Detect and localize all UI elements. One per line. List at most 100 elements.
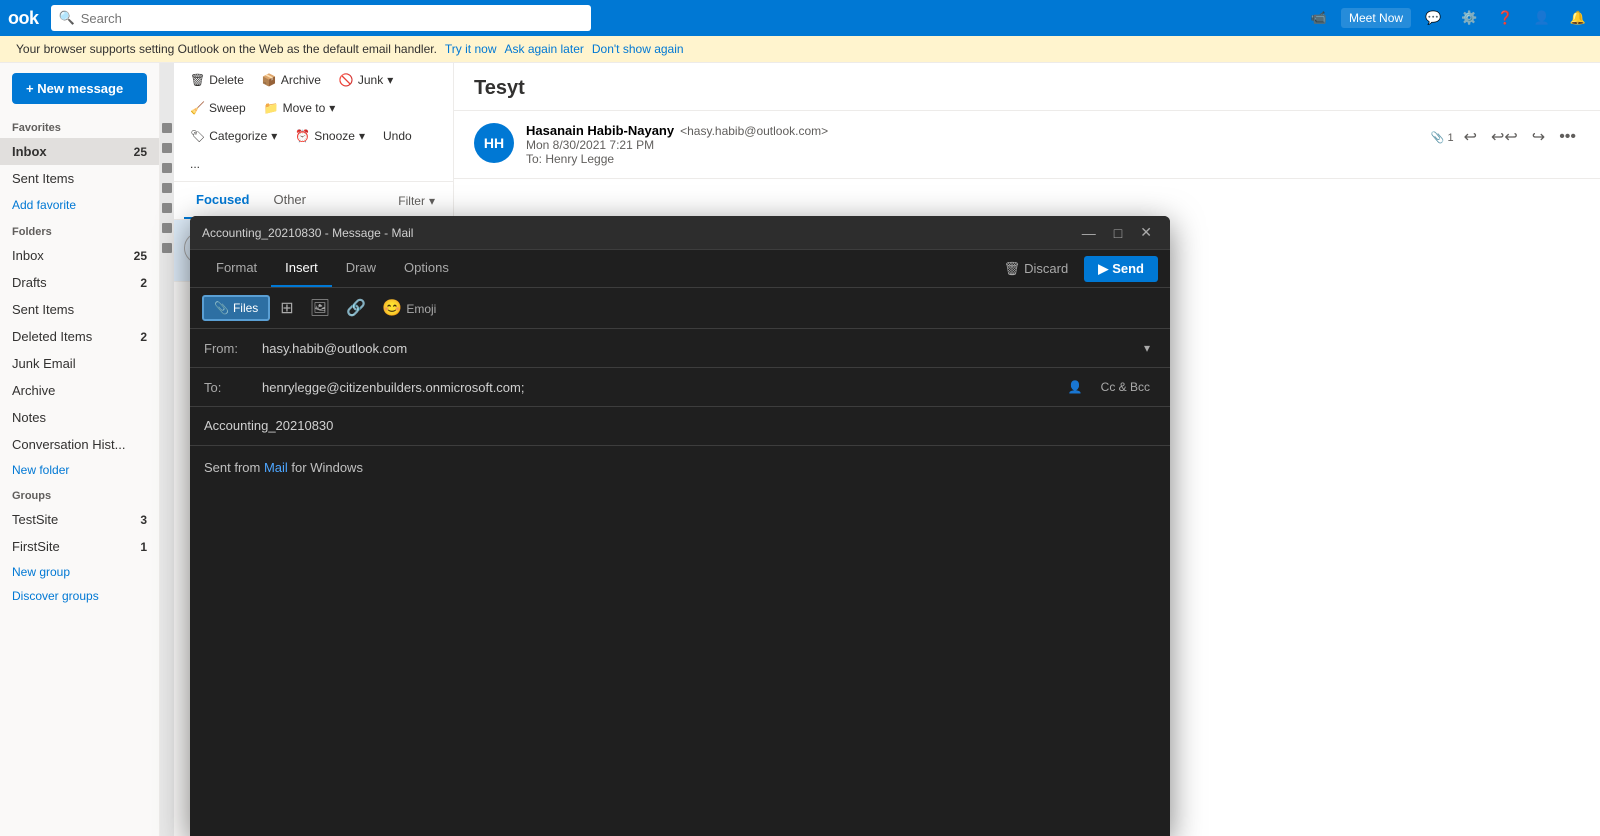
sidebar-item-conversation[interactable]: Conversation Hist... (0, 431, 159, 458)
compose-body[interactable]: Sent from Mail for Windows (190, 446, 1170, 836)
bell-icon[interactable]: 🔔 (1564, 8, 1592, 28)
tab-other[interactable]: Other (261, 182, 318, 219)
people-picker-icon[interactable]: 👤 (1062, 378, 1089, 396)
undo-button[interactable]: Undo (377, 125, 418, 147)
email-from-name: Hasanain Habib-Nayany (526, 123, 674, 138)
sender-avatar: HH (474, 123, 514, 163)
discard-icon: 🗑 (1004, 261, 1021, 277)
groups-label: Groups (0, 482, 159, 506)
tab-focused[interactable]: Focused (184, 182, 261, 219)
win-icon-4 (162, 183, 172, 193)
sidebar-item-inbox-folders[interactable]: Inbox 25 (0, 242, 159, 269)
snooze-chevron-icon: ▾ (359, 129, 365, 143)
add-favorite-link[interactable]: Add favorite (0, 192, 159, 218)
app-logo: ook (8, 8, 39, 29)
compose-tabs: Format Insert Draw Options 🗑 Discard ▶ S… (190, 250, 1170, 288)
meet-now-button[interactable]: Meet Now (1341, 8, 1411, 28)
email-actions-right: 📎 1 ↩ ↩↩ ↪ ••• (1431, 123, 1580, 151)
win-icon-6 (162, 223, 172, 233)
categorize-icon: 🏷 (190, 129, 205, 143)
compose-title: Accounting_20210830 - Message - Mail (202, 226, 1076, 240)
compose-tab-options[interactable]: Options (390, 250, 463, 287)
from-dropdown-button[interactable]: ▾ (1138, 339, 1156, 357)
video-icon[interactable]: 📹 (1305, 8, 1333, 28)
ask-again-link[interactable]: Ask again later (504, 42, 583, 56)
sweep-icon: 🧹 (190, 101, 205, 115)
body-text-sent: Sent from (204, 460, 264, 475)
compose-tab-format[interactable]: Format (202, 250, 271, 287)
files-icon: 📎 (214, 301, 229, 315)
compose-subject-field[interactable] (190, 407, 1170, 446)
new-group-link[interactable]: New group (0, 560, 159, 584)
sidebar-item-sent-favorites[interactable]: Sent Items (0, 165, 159, 192)
compose-titlebar: Accounting_20210830 - Message - Mail — □… (190, 216, 1170, 250)
compose-tab-insert[interactable]: Insert (271, 250, 332, 287)
settings-icon[interactable]: ⚙️ (1455, 8, 1483, 28)
win-icon-2 (162, 143, 172, 153)
emoji-button[interactable]: 😊 Emoji (376, 294, 442, 322)
compose-tab-draw[interactable]: Draw (332, 250, 390, 287)
compose-from-field: From: hasy.habib@outlook.com ▾ (190, 329, 1170, 368)
new-message-button[interactable]: + New message (12, 73, 147, 104)
cc-bcc-button[interactable]: Cc & Bcc (1095, 378, 1156, 396)
win-icon-strip (160, 63, 174, 836)
compose-to-field: To: henrylegge@citizenbuilders.onmicroso… (190, 368, 1170, 407)
subject-input[interactable] (204, 418, 1156, 433)
table-icon-button[interactable]: ⊞ (274, 294, 299, 322)
chat-icon[interactable]: 💬 (1419, 8, 1447, 28)
search-input[interactable] (81, 11, 583, 26)
sidebar-item-archive[interactable]: Archive (0, 377, 159, 404)
image-icon-button[interactable]: 🖼 (304, 294, 336, 322)
discard-button[interactable]: 🗑 Discard (996, 257, 1077, 281)
close-button[interactable]: ✕ (1134, 222, 1158, 243)
help-icon[interactable]: ❓ (1491, 8, 1519, 28)
compose-toolbar: 📎 Files ⊞ 🖼 🔗 😊 Emoji (190, 288, 1170, 329)
from-field-actions: ▾ (1138, 339, 1156, 357)
more-email-actions-button[interactable]: ••• (1555, 124, 1580, 150)
compose-modal: Accounting_20210830 - Message - Mail — □… (190, 216, 1170, 836)
sidebar-item-junk[interactable]: Junk Email (0, 350, 159, 377)
delete-button[interactable]: 🗑 Delete (184, 69, 250, 91)
to-label: To: (204, 380, 254, 395)
snooze-button[interactable]: ⏰ Snooze ▾ (289, 125, 371, 147)
to-value[interactable]: henrylegge@citizenbuilders.onmicrosoft.c… (262, 380, 1054, 395)
reply-all-button[interactable]: ↩↩ (1487, 123, 1522, 151)
email-date: Mon 8/30/2021 7:21 PM (526, 138, 1419, 152)
discover-groups-link[interactable]: Discover groups (0, 584, 159, 608)
sidebar-item-firstsite[interactable]: FirstSite 1 (0, 533, 159, 560)
junk-icon: 🚫 (339, 73, 354, 87)
send-button[interactable]: ▶ Send (1084, 256, 1158, 282)
maximize-button[interactable]: □ (1108, 222, 1128, 243)
body-link-mail[interactable]: Mail (264, 460, 288, 475)
email-toolbar: 🗑 Delete 📦 Archive 🚫 Junk ▾ 🧹 Sweep 📁 Mo… (174, 63, 453, 182)
junk-button[interactable]: 🚫 Junk ▾ (333, 69, 399, 91)
dont-show-link[interactable]: Don't show again (592, 42, 684, 56)
sidebar-item-notes[interactable]: Notes (0, 404, 159, 431)
filter-chevron-icon: ▾ (429, 194, 435, 208)
categorize-button[interactable]: 🏷 Categorize ▾ (184, 125, 283, 147)
sidebar-item-inbox-favorites[interactable]: Inbox 25 (0, 138, 159, 165)
sidebar-item-testsite[interactable]: TestSite 3 (0, 506, 159, 533)
forward-button[interactable]: ↪ (1528, 123, 1549, 151)
link-icon-button[interactable]: 🔗 (340, 294, 372, 322)
profile-icon[interactable]: 👤 (1528, 8, 1556, 28)
more-button[interactable]: ... (184, 153, 206, 175)
new-folder-link[interactable]: New folder (0, 458, 159, 482)
cat-chevron-icon: ▾ (271, 129, 277, 143)
try-it-link[interactable]: Try it now (445, 42, 497, 56)
reply-button[interactable]: ↩ (1460, 123, 1481, 151)
sweep-button[interactable]: 🧹 Sweep (184, 97, 252, 119)
sidebar-item-drafts[interactable]: Drafts 2 (0, 269, 159, 296)
archive-button[interactable]: 📦 Archive (256, 69, 327, 91)
move-to-button[interactable]: 📁 Move to ▾ (258, 97, 342, 119)
top-bar: ook 🔍 📹 Meet Now 💬 ⚙️ ❓ 👤 🔔 (0, 0, 1600, 36)
minimize-button[interactable]: — (1076, 222, 1102, 243)
sidebar-item-deleted[interactable]: Deleted Items 2 (0, 323, 159, 350)
search-box[interactable]: 🔍 (51, 5, 591, 31)
body-text-windows: for Windows (288, 460, 363, 475)
win-icon-7 (162, 243, 172, 253)
sidebar-item-sent[interactable]: Sent Items (0, 296, 159, 323)
filter-button[interactable]: Filter ▾ (390, 190, 443, 212)
files-button[interactable]: 📎 Files (202, 295, 270, 321)
top-bar-actions: 📹 Meet Now 💬 ⚙️ ❓ 👤 🔔 (1305, 8, 1592, 28)
